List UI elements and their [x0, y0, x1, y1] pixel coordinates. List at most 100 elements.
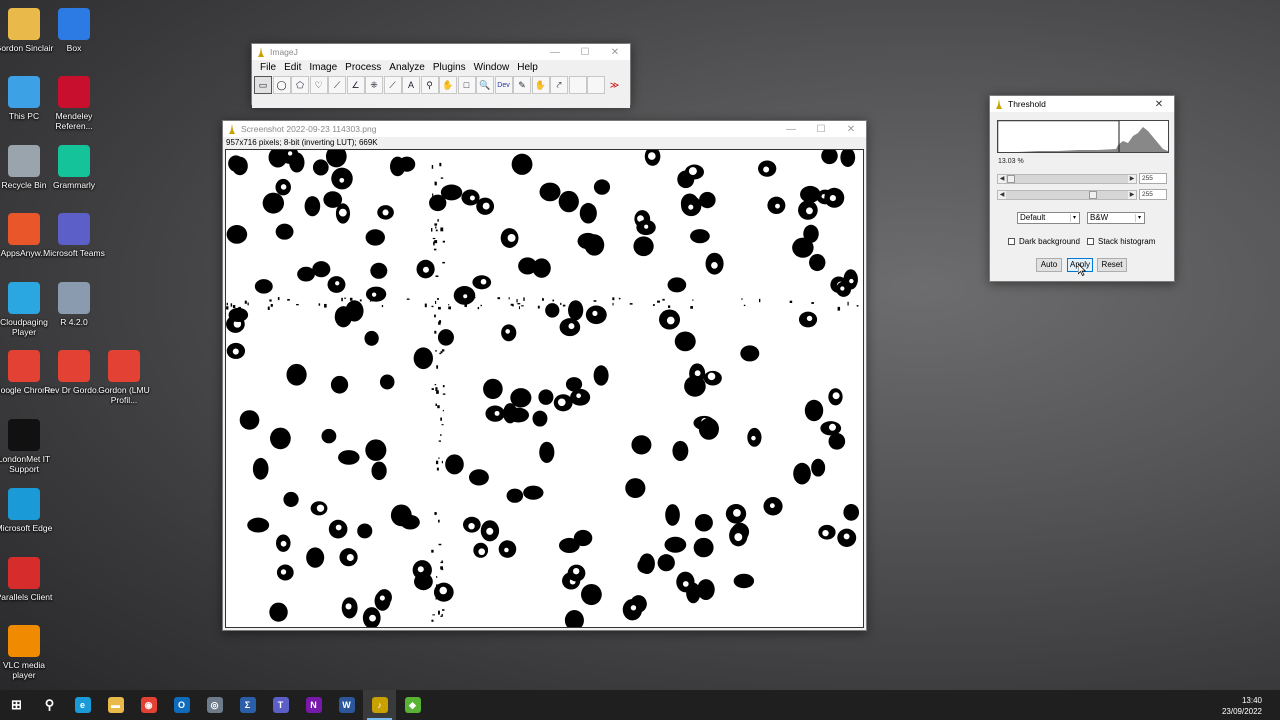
max-threshold-slider[interactable]: ◀ ▶: [997, 190, 1137, 200]
chrome-icon: ◉: [140, 697, 157, 713]
close-button[interactable]: ✕: [836, 121, 866, 137]
stack-histogram-checkbox[interactable]: Stack histogram: [1087, 237, 1155, 246]
maximize-button[interactable]: ☐: [806, 121, 836, 137]
menu-process[interactable]: Process: [341, 62, 385, 73]
min-threshold-value[interactable]: 255: [1139, 173, 1167, 184]
grammarly-icon: [58, 145, 90, 177]
search-icon: ⚲: [44, 697, 55, 712]
taskbar-file-explorer-button[interactable]: ▬: [99, 690, 132, 720]
desktop-icon[interactable]: R 4.2.0: [42, 282, 106, 327]
desktop-icon[interactable]: Parallels Client: [0, 557, 56, 602]
imagej-titlebar[interactable]: ImageJ — ☐ ✕: [252, 44, 630, 60]
slider-right-arrow-icon[interactable]: ▶: [1128, 191, 1136, 199]
desktop-icon[interactable]: Box: [42, 8, 106, 53]
minimize-button[interactable]: —: [776, 121, 806, 137]
zoom-tool-icon[interactable]: 🔍: [476, 76, 494, 94]
blank-tool-icon[interactable]: [568, 76, 587, 94]
brush-tool-icon[interactable]: ✋: [531, 76, 550, 94]
minimize-button[interactable]: —: [540, 44, 570, 60]
maximize-button[interactable]: ☐: [570, 44, 600, 60]
image-info: 957x716 pixels; 8-bit (inverting LUT); 6…: [223, 137, 866, 148]
slider-thumb[interactable]: [1089, 191, 1097, 199]
imagej-status-bar: [252, 96, 630, 108]
chrome-profile-icon: [108, 350, 140, 382]
line-tool-icon[interactable]: ⟋: [328, 76, 346, 94]
display-mode-select[interactable]: B&W ▾: [1087, 212, 1145, 224]
max-threshold-value[interactable]: 255: [1139, 189, 1167, 200]
desktop-icon[interactable]: LondonMet IT Support: [0, 419, 56, 474]
menu-file[interactable]: File: [256, 62, 280, 73]
taskbar-qgis-button[interactable]: ◆: [396, 690, 429, 720]
magnifier-tool-icon[interactable]: ⚲: [420, 76, 439, 94]
taskbar-chrome-button[interactable]: ◉: [132, 690, 165, 720]
taskbar-search-button[interactable]: ⚲: [33, 690, 66, 720]
checkbox-box[interactable]: [1087, 238, 1094, 245]
text-tool-icon[interactable]: A: [402, 76, 420, 94]
desktop-icon[interactable]: Mendeley Referen...: [42, 76, 106, 131]
system-clock[interactable]: 13:40 23/09/2022: [1222, 695, 1262, 717]
slider-thumb[interactable]: [1007, 175, 1015, 183]
start-icon: ⊞: [11, 697, 22, 712]
freehand-tool-icon[interactable]: ♡: [309, 76, 328, 94]
slider-right-arrow-icon[interactable]: ▶: [1128, 175, 1136, 183]
chrome-profile-icon: [58, 350, 90, 382]
close-button[interactable]: ✕: [1144, 96, 1174, 112]
image-window-titlebar[interactable]: Screenshot 2022-09-23 114303.png — ☐ ✕: [223, 121, 866, 137]
dropper-tool-icon[interactable]: □: [457, 76, 476, 94]
image-canvas[interactable]: [225, 149, 864, 628]
outlook-icon: O: [173, 697, 190, 713]
desktop-icon[interactable]: VLC media player: [0, 625, 56, 680]
taskbar-teamviewer-button[interactable]: ◎: [198, 690, 231, 720]
wand-tool-icon[interactable]: ⟋: [383, 76, 402, 94]
pencil-tool-icon[interactable]: ✎: [513, 76, 531, 94]
taskbar-outlook-button[interactable]: O: [165, 690, 198, 720]
min-threshold-slider[interactable]: ◀ ▶: [997, 174, 1137, 184]
menu-edit[interactable]: Edit: [280, 62, 305, 73]
polygon-tool-icon[interactable]: ⬠: [291, 76, 309, 94]
imagej-icon: [994, 98, 1004, 110]
desktop-icons: Gordon Sinclair Box This PC Mendeley Refere…: [0, 0, 160, 690]
taskbar-onenote-button[interactable]: N: [297, 690, 330, 720]
slider-left-arrow-icon[interactable]: ◀: [998, 175, 1006, 183]
taskbar-word-button[interactable]: W: [330, 690, 363, 720]
desktop-icon-label: VLC media player: [2, 660, 46, 680]
desktop-icon[interactable]: Grammarly: [42, 145, 106, 190]
threshold-titlebar[interactable]: Threshold ✕: [990, 96, 1174, 112]
rectangle-tool-icon[interactable]: ▭: [254, 76, 272, 94]
desktop-icon[interactable]: Gordon (LMU Profil...: [92, 350, 156, 405]
vlc-icon: [8, 625, 40, 657]
desktop-icon[interactable]: Microsoft Edge: [0, 488, 56, 533]
menu-analyze[interactable]: Analyze: [385, 62, 429, 73]
desktop-icon[interactable]: Microsoft Teams: [42, 213, 106, 258]
clock-time: 13:40: [1241, 696, 1262, 705]
pipette-tool-icon[interactable]: ⤤: [550, 76, 568, 94]
close-button[interactable]: ✕: [600, 44, 630, 60]
multipoint-tool-icon[interactable]: ⁜: [365, 76, 383, 94]
blank-tool-icon[interactable]: [587, 76, 605, 94]
more-tools-icon[interactable]: ≫: [606, 76, 624, 94]
menu-window[interactable]: Window: [470, 62, 514, 73]
desktop-icon-label: Gordon (LMU Profil...: [98, 385, 150, 405]
dark-background-label: Dark background: [1019, 237, 1080, 246]
method-select[interactable]: Default ▾: [1017, 212, 1080, 224]
folder-icon: [8, 8, 40, 40]
taskbar-teams-button[interactable]: T: [264, 690, 297, 720]
slider-left-arrow-icon[interactable]: ◀: [998, 191, 1006, 199]
checkbox-box[interactable]: [1008, 238, 1015, 245]
hand-tool-icon[interactable]: ✋: [439, 76, 457, 94]
menu-help[interactable]: Help: [513, 62, 542, 73]
menu-image[interactable]: Image: [305, 62, 341, 73]
oval-tool-icon[interactable]: ◯: [272, 76, 291, 94]
taskbar-start-button[interactable]: ⊞: [0, 690, 33, 720]
dark-background-checkbox[interactable]: Dark background: [1008, 237, 1080, 246]
auto-button[interactable]: Auto: [1036, 258, 1062, 272]
taskbar-sigma-button[interactable]: Σ: [231, 690, 264, 720]
angle-tool-icon[interactable]: ∠: [346, 76, 365, 94]
desktop-icon-label: LondonMet IT Support: [0, 454, 51, 474]
menu-plugins[interactable]: Plugins: [429, 62, 470, 73]
dev-tool-icon[interactable]: Dev: [494, 76, 513, 94]
reset-button[interactable]: Reset: [1097, 258, 1127, 272]
taskbar-edge-button[interactable]: e: [66, 690, 99, 720]
taskbar-imagej-button[interactable]: ♪: [363, 690, 396, 720]
chevron-down-icon: ▾: [1135, 214, 1143, 222]
